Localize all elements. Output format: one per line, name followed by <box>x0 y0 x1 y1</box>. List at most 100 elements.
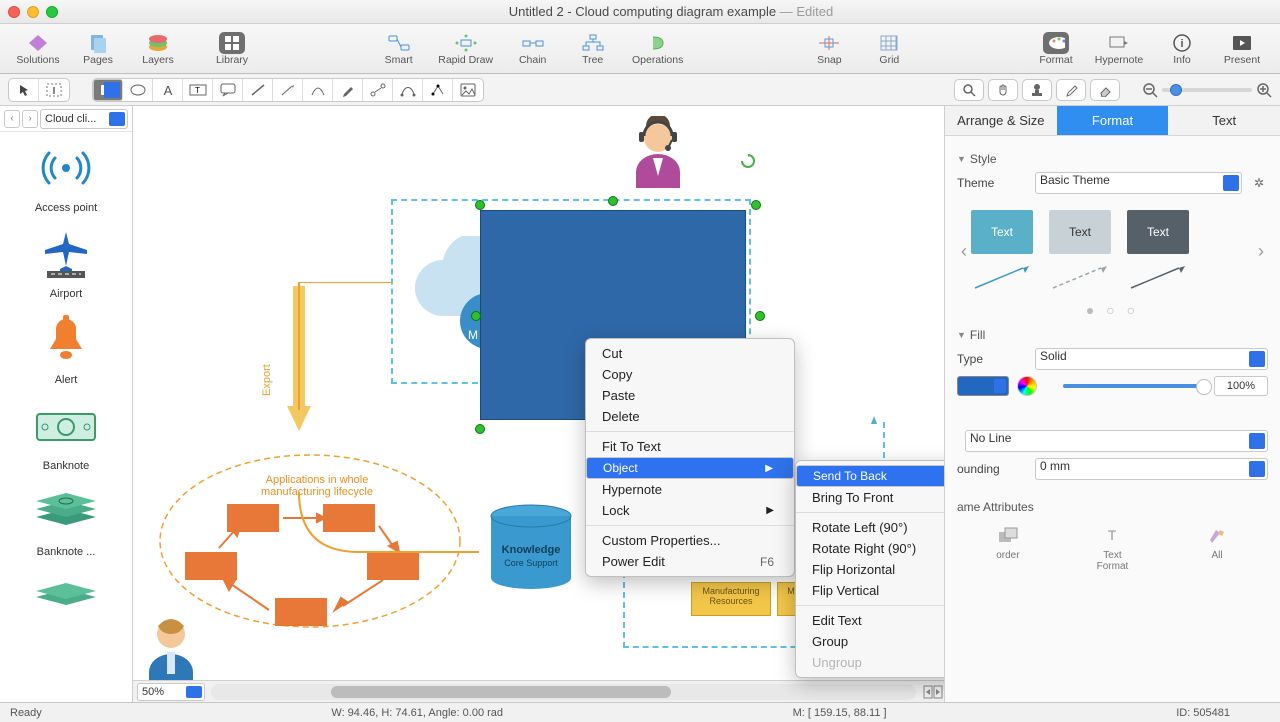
zoom-icon[interactable] <box>46 6 58 18</box>
menu-item[interactable]: Object▶ <box>586 457 794 479</box>
theme-select[interactable]: Basic Theme <box>1035 172 1242 194</box>
pen-tool[interactable] <box>333 79 363 101</box>
library-item[interactable]: Alert <box>2 310 130 386</box>
zoom-control[interactable] <box>1142 82 1272 98</box>
menu-item[interactable]: Fit To Text <box>586 436 794 457</box>
gear-icon[interactable]: ✲ <box>1250 174 1268 192</box>
attrib-order[interactable]: order <box>995 524 1021 572</box>
context-menu[interactable]: CutCopyPasteDelete Fit To TextObject▶Hype… <box>585 338 795 577</box>
export-arrow[interactable] <box>279 286 319 446</box>
library-item[interactable]: Banknote <box>2 396 130 472</box>
menu-item[interactable]: Hypernote <box>586 479 794 500</box>
line-select[interactable]: No Line <box>965 430 1268 452</box>
library-item[interactable]: Airport <box>2 224 130 300</box>
zoom-out-icon[interactable] <box>1142 82 1158 98</box>
rect-tool[interactable] <box>93 79 123 101</box>
menu-item[interactable]: Group⌘G <box>796 631 944 652</box>
image-tool[interactable] <box>453 79 483 101</box>
chain-button[interactable]: Chain <box>505 32 561 66</box>
attrib-all[interactable]: All <box>1204 524 1230 572</box>
minimize-icon[interactable] <box>27 6 39 18</box>
zoom-slider[interactable] <box>1162 88 1252 92</box>
menu-item[interactable]: Paste <box>586 385 794 406</box>
shape-tools[interactable]: A T <box>92 78 484 102</box>
menu-item[interactable]: Lock▶ <box>586 500 794 521</box>
fill-type-select[interactable]: Solid <box>1035 348 1268 370</box>
info-button[interactable]: iInfo <box>1154 32 1210 66</box>
zoom-in-icon[interactable] <box>1256 82 1272 98</box>
attrib-textformat[interactable]: TText Format <box>1097 524 1129 572</box>
nav-back-button[interactable]: ‹ <box>4 110 20 128</box>
page-dots[interactable]: ● ○ ○ <box>957 302 1268 318</box>
tree-button[interactable]: Tree <box>565 32 621 66</box>
grid-button[interactable]: Grid <box>861 32 917 66</box>
arrow-style[interactable] <box>971 264 1033 292</box>
style-swatch[interactable]: Text <box>1049 210 1111 254</box>
curve-tool[interactable] <box>303 79 333 101</box>
textbox-tool[interactable]: T <box>183 79 213 101</box>
pointer-tool[interactable] <box>9 79 39 101</box>
operator-shape[interactable] <box>628 116 688 191</box>
present-button[interactable]: Present <box>1214 32 1270 66</box>
library-button[interactable]: Library <box>204 32 260 66</box>
callout-tool[interactable] <box>213 79 243 101</box>
chevron-right-icon[interactable]: › <box>1254 241 1268 262</box>
menu-item[interactable]: Rotate Left (90°)⌘L <box>796 517 944 538</box>
line-tool[interactable] <box>243 79 273 101</box>
search-tool[interactable] <box>954 79 984 101</box>
menu-item[interactable]: Cut <box>586 343 794 364</box>
hypernote-button[interactable]: Hypernote <box>1088 32 1150 66</box>
arrow-style[interactable] <box>1049 264 1111 292</box>
hand-tool[interactable] <box>988 79 1018 101</box>
opacity-slider[interactable] <box>1063 384 1206 388</box>
text-select-tool[interactable]: I <box>39 79 69 101</box>
menu-item[interactable]: Flip Horizontal <box>796 559 944 580</box>
tab-arrange[interactable]: Arrange & Size <box>945 106 1057 135</box>
operations-button[interactable]: Operations <box>625 32 691 66</box>
context-submenu[interactable]: Send To Back⌥⌘BBring To Front⌥⌘F Rotate L… <box>795 460 944 678</box>
arrow-tool[interactable] <box>273 79 303 101</box>
library-select[interactable]: Cloud cli... <box>40 109 128 129</box>
zoom-select[interactable]: 50% <box>137 683 205 701</box>
library-list[interactable]: Access point Airport Alert Banknote Bank… <box>0 132 132 702</box>
tab-text[interactable]: Text <box>1168 106 1280 135</box>
menu-item[interactable]: Flip Vertical⌥⌘J <box>796 580 944 601</box>
ellipse-tool[interactable] <box>123 79 153 101</box>
menu-item[interactable]: Rotate Right (90°)⌘R <box>796 538 944 559</box>
process-cycle[interactable] <box>183 498 443 628</box>
menu-item[interactable]: Send To Back⌥⌘B <box>796 465 944 487</box>
bezier-tool[interactable] <box>393 79 423 101</box>
smart-button[interactable]: Smart <box>371 32 427 66</box>
opacity-field[interactable]: 100% <box>1214 376 1268 396</box>
menu-item[interactable]: Power EditF6 <box>586 551 794 572</box>
text-tool[interactable]: A <box>153 79 183 101</box>
menu-item[interactable]: Edit TextF5 <box>796 610 944 631</box>
stamp-tool[interactable] <box>1022 79 1052 101</box>
edit-points-tool[interactable] <box>423 79 453 101</box>
library-item[interactable]: Access point <box>2 138 130 214</box>
snap-button[interactable]: Snap <box>801 32 857 66</box>
fill-color-well[interactable] <box>957 376 1009 396</box>
connector-tool[interactable] <box>363 79 393 101</box>
layers-button[interactable]: Layers <box>130 32 186 66</box>
solutions-button[interactable]: Solutions <box>10 32 66 66</box>
fill-section-header[interactable]: Fill <box>957 328 1268 342</box>
pages-button[interactable]: Pages <box>70 32 126 66</box>
arrow-style[interactable] <box>1127 264 1189 292</box>
menu-item[interactable]: Custom Properties... <box>586 530 794 551</box>
tab-format[interactable]: Format <box>1057 106 1169 135</box>
horizontal-scrollbar[interactable] <box>211 684 916 700</box>
color-wheel-icon[interactable] <box>1017 376 1037 396</box>
menu-item[interactable]: Delete <box>586 406 794 427</box>
pointer-tools[interactable]: I <box>8 78 70 102</box>
menu-item[interactable]: Copy <box>586 364 794 385</box>
menu-item[interactable]: Bring To Front⌥⌘F <box>796 487 944 508</box>
eraser-tool[interactable] <box>1090 79 1120 101</box>
chevron-left-icon[interactable]: ‹ <box>957 241 971 262</box>
library-item[interactable]: Banknote ... <box>2 482 130 558</box>
style-swatch[interactable]: Text <box>1127 210 1189 254</box>
page-nav-icon[interactable] <box>922 684 944 700</box>
style-section-header[interactable]: Style <box>957 152 1268 166</box>
canvas-area[interactable]: M Export Applications in whole manufact <box>133 106 944 702</box>
rounding-select[interactable]: 0 mm <box>1035 458 1268 480</box>
